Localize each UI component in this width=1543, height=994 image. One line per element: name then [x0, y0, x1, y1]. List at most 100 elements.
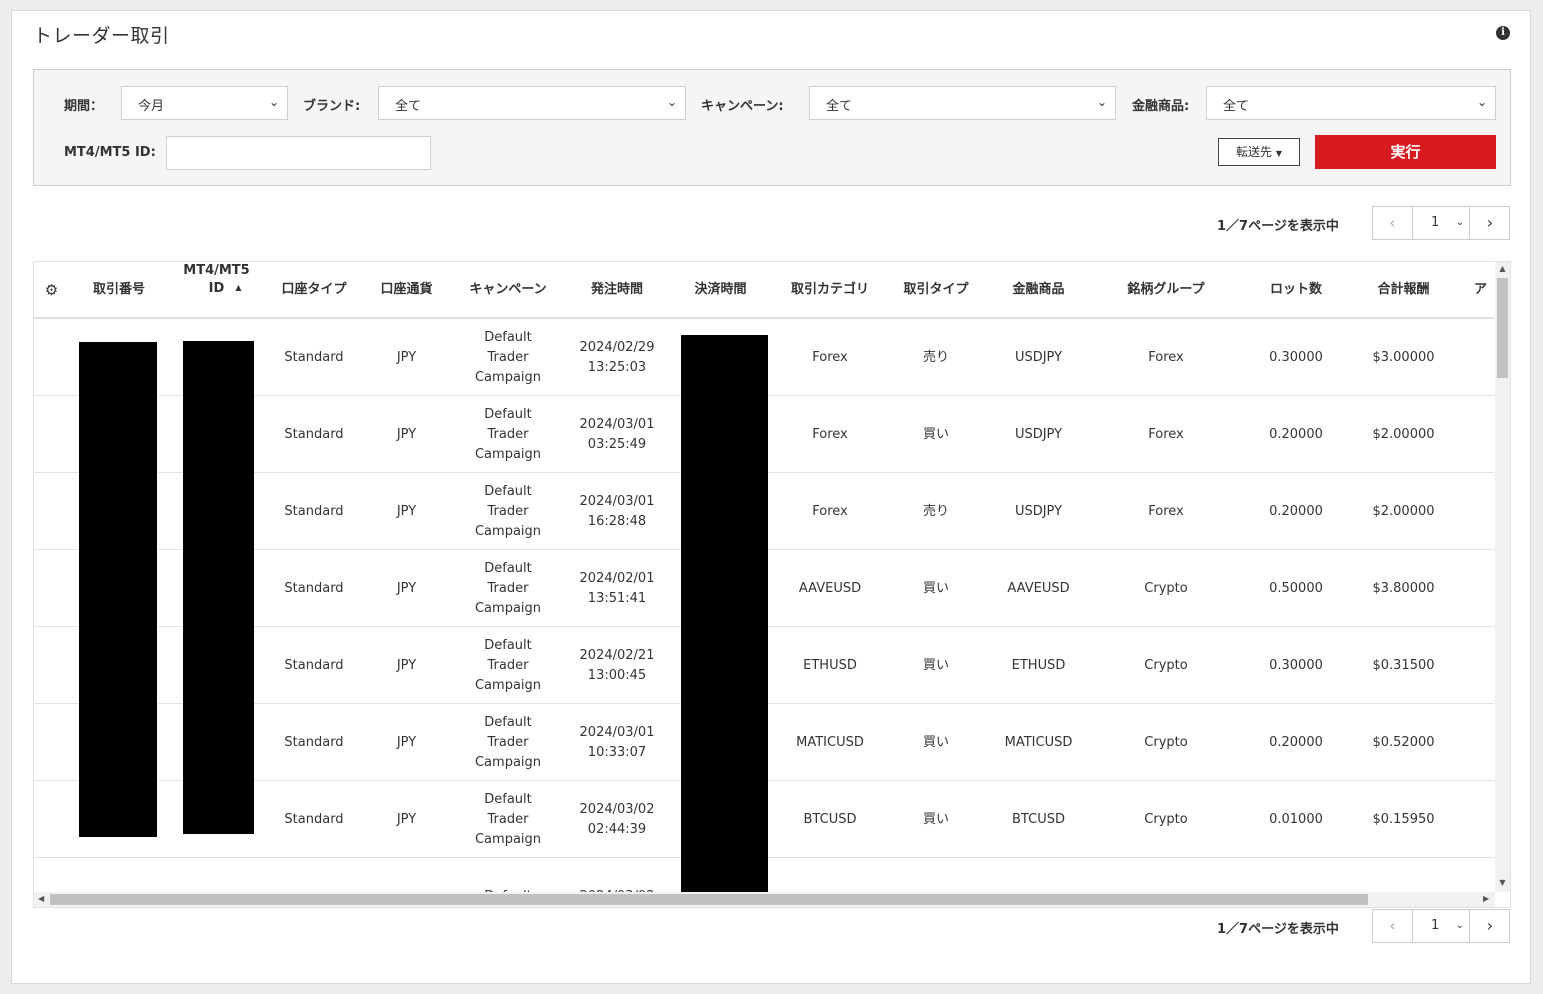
header-currency[interactable]: 口座通貨	[364, 262, 449, 317]
redacted-close-time	[681, 335, 768, 905]
open-time: 13:25:03	[587, 359, 647, 375]
group-value: Crypto	[1144, 657, 1188, 673]
cell-group: Crypto	[1091, 627, 1241, 704]
category-value: ETHUSD	[803, 657, 857, 673]
cell-open-time: 2024/02/29 13:25:03	[567, 319, 667, 396]
account-type-value: Standard	[284, 349, 344, 365]
header-mt-id[interactable]: MT4/MT5 ID ▲	[169, 262, 264, 317]
trade-type-value: 売り	[922, 349, 949, 365]
header-trade-type[interactable]: 取引タイプ	[886, 262, 986, 317]
scroll-up-arrow-icon[interactable]: ▲	[1495, 264, 1510, 273]
header-campaign[interactable]: キャンペーン	[449, 262, 567, 317]
redacted-trade-no	[79, 342, 157, 837]
prev-page-button[interactable]: ‹	[1373, 207, 1413, 239]
horizontal-scroll-thumb[interactable]	[50, 894, 1368, 905]
page-select[interactable]: 1 ⌄	[1413, 207, 1470, 239]
instrument-value: USDJPY	[1014, 426, 1063, 442]
cell-group: Forex	[1091, 473, 1241, 550]
scroll-left-arrow-icon[interactable]: ◀	[38, 894, 44, 903]
cell-currency: JPY	[364, 627, 449, 704]
cell-campaign: Default Trader Campaign	[449, 627, 567, 704]
cell-category: Forex	[774, 396, 886, 473]
open-time: 03:25:49	[587, 436, 647, 452]
header-group[interactable]: 銘柄グループ	[1091, 262, 1241, 317]
instrument-select[interactable]: 全て ⌄	[1206, 86, 1496, 120]
reward-value: $2.00000	[1372, 426, 1435, 442]
open-time: 10:33:07	[587, 744, 647, 760]
header-category[interactable]: 取引カテゴリ	[774, 262, 886, 317]
vertical-scroll-thumb[interactable]	[1497, 278, 1508, 378]
page-select-value: 1	[1431, 215, 1440, 230]
horizontal-scrollbar[interactable]: ◀ ▶	[34, 892, 1495, 907]
header-close-time[interactable]: 決済時間	[667, 262, 774, 317]
cell-trade-type: 買い	[886, 396, 986, 473]
scroll-right-arrow-icon[interactable]: ▶	[1483, 894, 1489, 903]
brand-select[interactable]: 全て ⌄	[378, 86, 686, 120]
next-page-button[interactable]: ›	[1470, 207, 1510, 239]
cell-trade-type: 売り	[886, 319, 986, 396]
campaign-select[interactable]: 全て ⌄	[809, 86, 1116, 120]
cell-group: Forex	[1091, 319, 1241, 396]
header-account-type[interactable]: 口座タイプ	[264, 262, 364, 317]
trades-table: ⚙ 取引番号 MT4/MT5 ID ▲ 口座タイプ 口座通貨 キャンペーン 発注時…	[33, 261, 1511, 908]
period-label: 期間：	[64, 99, 104, 114]
cell-category: BTCUSD	[774, 781, 886, 858]
cell-lots: 0.20000	[1241, 396, 1351, 473]
header-trade-no[interactable]: 取引番号	[69, 262, 169, 317]
page-select[interactable]: 1 ⌄	[1413, 910, 1470, 942]
cell-campaign: Default Trader Campaign	[449, 473, 567, 550]
cell-account-type: Standard	[264, 396, 364, 473]
pagination-top: 1／7ページを表示中 ‹ 1 ⌄ ›	[1217, 206, 1510, 240]
brand-label: ブランド:	[303, 99, 361, 114]
cell-account-type: Standard	[264, 781, 364, 858]
column-settings[interactable]: ⚙	[34, 262, 69, 317]
vertical-scrollbar[interactable]: ▲ ▼	[1495, 262, 1510, 892]
cell-open-time: 2024/03/02 02:44:39	[567, 781, 667, 858]
group-value: Forex	[1148, 426, 1184, 442]
currency-value: JPY	[396, 811, 417, 827]
category-value: Forex	[812, 349, 848, 365]
next-page-button[interactable]: ›	[1470, 910, 1510, 942]
open-date: 2024/03/01	[579, 724, 655, 740]
lots-value: 0.20000	[1269, 503, 1323, 519]
period-select[interactable]: 今月 ⌄	[121, 86, 288, 120]
campaign-value: Default Trader Campaign	[474, 791, 542, 847]
header-open-time[interactable]: 発注時間	[567, 262, 667, 317]
cell-open-time: 2024/03/01 10:33:07	[567, 704, 667, 781]
lots-value: 0.20000	[1269, 734, 1323, 750]
cell-currency: JPY	[364, 781, 449, 858]
lots-value: 0.01000	[1269, 811, 1323, 827]
instrument-value: USDJPY	[1014, 503, 1063, 519]
campaign-value: Default Trader Campaign	[474, 483, 542, 539]
cell-lots: 0.30000	[1241, 627, 1351, 704]
header-instrument[interactable]: 金融商品	[986, 262, 1091, 317]
info-icon[interactable]: i	[1496, 26, 1510, 40]
chevron-down-icon: ⌄	[1455, 217, 1464, 228]
cell-instrument: USDJPY	[986, 473, 1091, 550]
chevron-down-icon: ⌄	[666, 95, 677, 109]
trade-type-value: 買い	[922, 734, 949, 750]
transfer-dropdown-button[interactable]: 転送先 ▼	[1218, 138, 1300, 166]
instrument-select-value: 全て	[1223, 99, 1250, 114]
instrument-value: USDJPY	[1014, 349, 1063, 365]
header-lots[interactable]: ロット数	[1241, 262, 1351, 317]
open-time: 16:28:48	[587, 513, 647, 529]
scroll-down-arrow-icon[interactable]: ▼	[1495, 878, 1510, 887]
prev-page-button[interactable]: ‹	[1373, 910, 1413, 942]
caret-up-icon: ▲	[235, 283, 242, 292]
header-reward[interactable]: 合計報酬	[1351, 262, 1456, 317]
group-value: Crypto	[1144, 580, 1188, 596]
campaign-value: Default Trader Campaign	[474, 637, 542, 693]
trader-trades-panel: トレーダー取引 i 期間： 今月 ⌄ ブランド: 全て ⌄ キャンペーン: 全て…	[11, 10, 1531, 984]
campaign-value: Default Trader Campaign	[474, 406, 542, 462]
cell-campaign: Default Trader Campaign	[449, 550, 567, 627]
account-type-value: Standard	[284, 734, 344, 750]
gear-icon[interactable]: ⚙	[45, 281, 58, 299]
cell-group: Crypto	[1091, 781, 1241, 858]
mt-id-input[interactable]	[166, 136, 431, 170]
cell-instrument: USDJPY	[986, 396, 1091, 473]
run-button[interactable]: 実行	[1315, 135, 1496, 169]
currency-value: JPY	[396, 349, 417, 365]
pagination-bottom: 1／7ページを表示中 ‹ 1 ⌄ ›	[1217, 909, 1510, 943]
open-date: 2024/02/01	[579, 570, 655, 586]
